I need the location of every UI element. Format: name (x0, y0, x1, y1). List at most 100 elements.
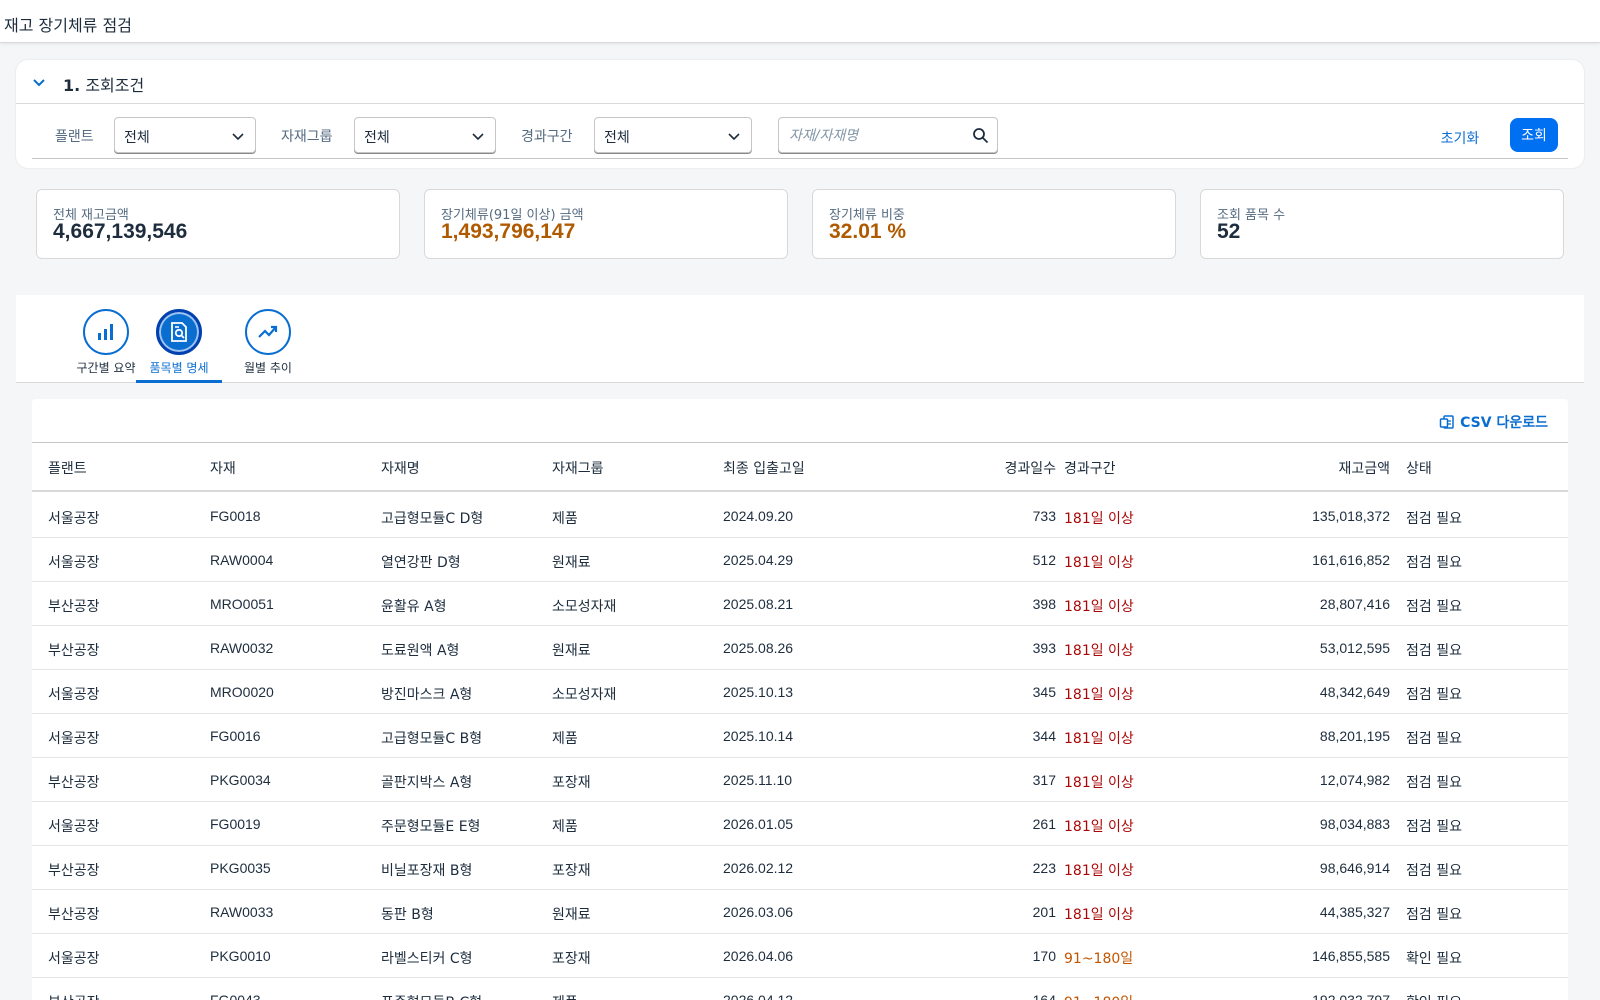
cell-elapsed-days: 164 (1032, 992, 1056, 1000)
cell-status: 점검 필요 (1406, 863, 1462, 879)
cell-elapsed-days: 345 (1032, 684, 1056, 700)
chevron-down-icon[interactable] (30, 73, 48, 91)
cell-material: MRO0051 (210, 596, 274, 612)
cell-inventory-amount: 44,385,327 (1319, 904, 1390, 920)
table-row[interactable]: 서울공장 RAW0004 열연강판 D형 원재료 2025.04.29 512 181일 이… (32, 538, 1568, 582)
cell-plant: 서울공장 (48, 511, 100, 527)
cell-material-group: 제품 (552, 731, 578, 747)
filter-row: 플랜트 전체 자재그룹 전체 경과구간 전체 초기화 조회 (32, 117, 1568, 159)
spreadsheet-icon (1439, 415, 1454, 429)
table-row[interactable]: 부산공장 PKG0035 비닐포장재 B형 포장재 2026.02.12 223 181일 … (32, 846, 1568, 890)
cell-last-movement-date: 2024.09.20 (723, 508, 794, 524)
cell-elapsed-days: 223 (1032, 860, 1056, 876)
tab-item-detail[interactable]: 품목별 명세 (136, 295, 222, 383)
cell-status: 점검 필요 (1406, 643, 1462, 659)
cell-inventory-amount: 98,034,883 (1319, 816, 1390, 832)
aging-range-select[interactable]: 전체 (594, 117, 752, 153)
search-button[interactable]: 조회 (1510, 118, 1558, 152)
cell-inventory-amount: 98,646,914 (1319, 860, 1390, 876)
cell-status: 확인 필요 (1406, 951, 1462, 967)
column-header-material-name[interactable]: 자재명 (381, 458, 420, 478)
filter-panel-header[interactable]: 1. 조회조건 (16, 60, 1584, 104)
table-row[interactable]: 서울공장 FG0016 고급형모듈C B형 제품 2025.10.14 344 181일 이… (32, 714, 1568, 758)
cell-material-group: 포장재 (552, 863, 591, 879)
table-row[interactable]: 서울공장 PKG0010 라벨스티커 C형 포장재 2026.04.06 170 91~18… (32, 934, 1568, 978)
cell-aging-range: 181일 이상 (1064, 687, 1134, 703)
filter-panel-number: 1. (63, 76, 81, 95)
plant-select[interactable]: 전체 (114, 117, 256, 153)
cell-inventory-amount: 28,807,416 (1319, 596, 1390, 612)
reset-button[interactable]: 초기화 (1430, 121, 1490, 155)
aging-range-select-value: 전체 (604, 130, 630, 146)
cell-plant: 서울공장 (48, 687, 100, 703)
material-search-input[interactable] (789, 126, 969, 146)
bar-chart-icon (98, 324, 113, 340)
cell-aging-range: 181일 이상 (1064, 863, 1134, 879)
material-search-field[interactable] (778, 117, 998, 153)
column-header-status[interactable]: 상태 (1406, 458, 1432, 478)
table-row[interactable]: 서울공장 FG0018 고급형모듈C D형 제품 2024.09.20 733 181일 이… (32, 494, 1568, 538)
plant-select-value: 전체 (124, 130, 150, 146)
item-detail-table: CSV 다운로드 플랜트 자재 자재명 자재그룹 최종 입출고일 경과일수 경과… (32, 399, 1568, 1000)
cell-material-group: 원재료 (552, 555, 591, 571)
table-row[interactable]: 부산공장 FG0043 표준형모듈B C형 제품 2026.04.12 164 91~180… (32, 978, 1568, 1000)
cell-aging-range: 181일 이상 (1064, 511, 1134, 527)
cell-status: 확인 필요 (1406, 992, 1462, 1000)
kpi-total-inventory-amount: 전체 재고금액 4,667,139,546 (36, 189, 400, 259)
column-header-last-movement-date[interactable]: 최종 입출고일 (723, 458, 805, 478)
cell-aging-range: 91~180일 (1064, 992, 1133, 1000)
trend-line-icon (258, 325, 278, 338)
cell-status: 점검 필요 (1406, 819, 1462, 835)
tab-monthly-trend[interactable]: 월별 추이 (225, 295, 311, 383)
cell-material: RAW0032 (210, 640, 274, 656)
cell-aging-range: 181일 이상 (1064, 599, 1134, 615)
cell-elapsed-days: 317 (1032, 772, 1056, 788)
cell-last-movement-date: 2025.10.13 (723, 684, 794, 700)
column-header-aging-range[interactable]: 경과구간 (1064, 458, 1116, 478)
cell-plant: 부산공장 (48, 599, 100, 615)
csv-download-button[interactable]: CSV 다운로드 (1439, 412, 1548, 432)
cell-material-group: 포장재 (552, 951, 591, 967)
cell-material-name: 골판지박스 A형 (381, 775, 473, 791)
cell-elapsed-days: 398 (1032, 596, 1056, 612)
material-group-select-value: 전체 (364, 130, 390, 146)
cell-material-name: 표준형모듈B C형 (381, 992, 482, 1000)
cell-inventory-amount: 12,074,982 (1319, 772, 1390, 788)
table-row[interactable]: 서울공장 MRO0020 방진마스크 A형 소모성자재 2025.10.13 345 181… (32, 670, 1568, 714)
cell-last-movement-date: 2026.04.12 (723, 992, 794, 1000)
cell-aging-range: 181일 이상 (1064, 643, 1134, 659)
kpi-value: 4,667,139,546 (53, 220, 188, 243)
cell-last-movement-date: 2026.03.06 (723, 904, 794, 920)
cell-status: 점검 필요 (1406, 687, 1462, 703)
column-header-material-group[interactable]: 자재그룹 (552, 458, 604, 478)
kpi-value: 1,493,796,147 (441, 220, 576, 243)
cell-material-group: 포장재 (552, 775, 591, 791)
column-header-plant[interactable]: 플랜트 (48, 458, 87, 478)
filter-panel-title: 1. 조회조건 (63, 72, 144, 96)
cell-plant: 부산공장 (48, 907, 100, 923)
cell-material-name: 윤활유 A형 (381, 599, 447, 615)
table-row[interactable]: 부산공장 MRO0051 윤활유 A형 소모성자재 2025.08.21 398 181일 … (32, 582, 1568, 626)
table-row[interactable]: 서울공장 FG0019 주문형모듈E E형 제품 2026.01.05 261 181일 이… (32, 802, 1568, 846)
cell-status: 점검 필요 (1406, 907, 1462, 923)
cell-elapsed-days: 261 (1032, 816, 1056, 832)
table-row[interactable]: 부산공장 RAW0033 동판 B형 원재료 2026.03.06 201 181일 이상 4… (32, 890, 1568, 934)
column-header-elapsed-days[interactable]: 경과일수 (880, 458, 1056, 478)
cell-material-name: 고급형모듈C B형 (381, 731, 483, 747)
cell-elapsed-days: 733 (1032, 508, 1056, 524)
material-group-select[interactable]: 전체 (354, 117, 496, 153)
cell-material: FG0019 (210, 816, 261, 832)
table-row[interactable]: 부산공장 RAW0032 도료원액 A형 원재료 2025.08.26 393 181일 이… (32, 626, 1568, 670)
cell-aging-range: 181일 이상 (1064, 555, 1134, 571)
cell-status: 점검 필요 (1406, 599, 1462, 615)
csv-download-label: CSV 다운로드 (1460, 415, 1548, 431)
chevron-down-icon (232, 133, 244, 141)
document-search-icon (171, 322, 187, 342)
column-header-material[interactable]: 자재 (210, 458, 236, 478)
table-row[interactable]: 부산공장 PKG0034 골판지박스 A형 포장재 2025.11.10 317 181일 … (32, 758, 1568, 802)
column-header-inventory-amount[interactable]: 재고금액 (1222, 458, 1390, 478)
cell-aging-range: 181일 이상 (1064, 907, 1134, 923)
cell-status: 점검 필요 (1406, 731, 1462, 747)
cell-material-group: 제품 (552, 992, 578, 1000)
search-icon[interactable] (972, 127, 989, 144)
